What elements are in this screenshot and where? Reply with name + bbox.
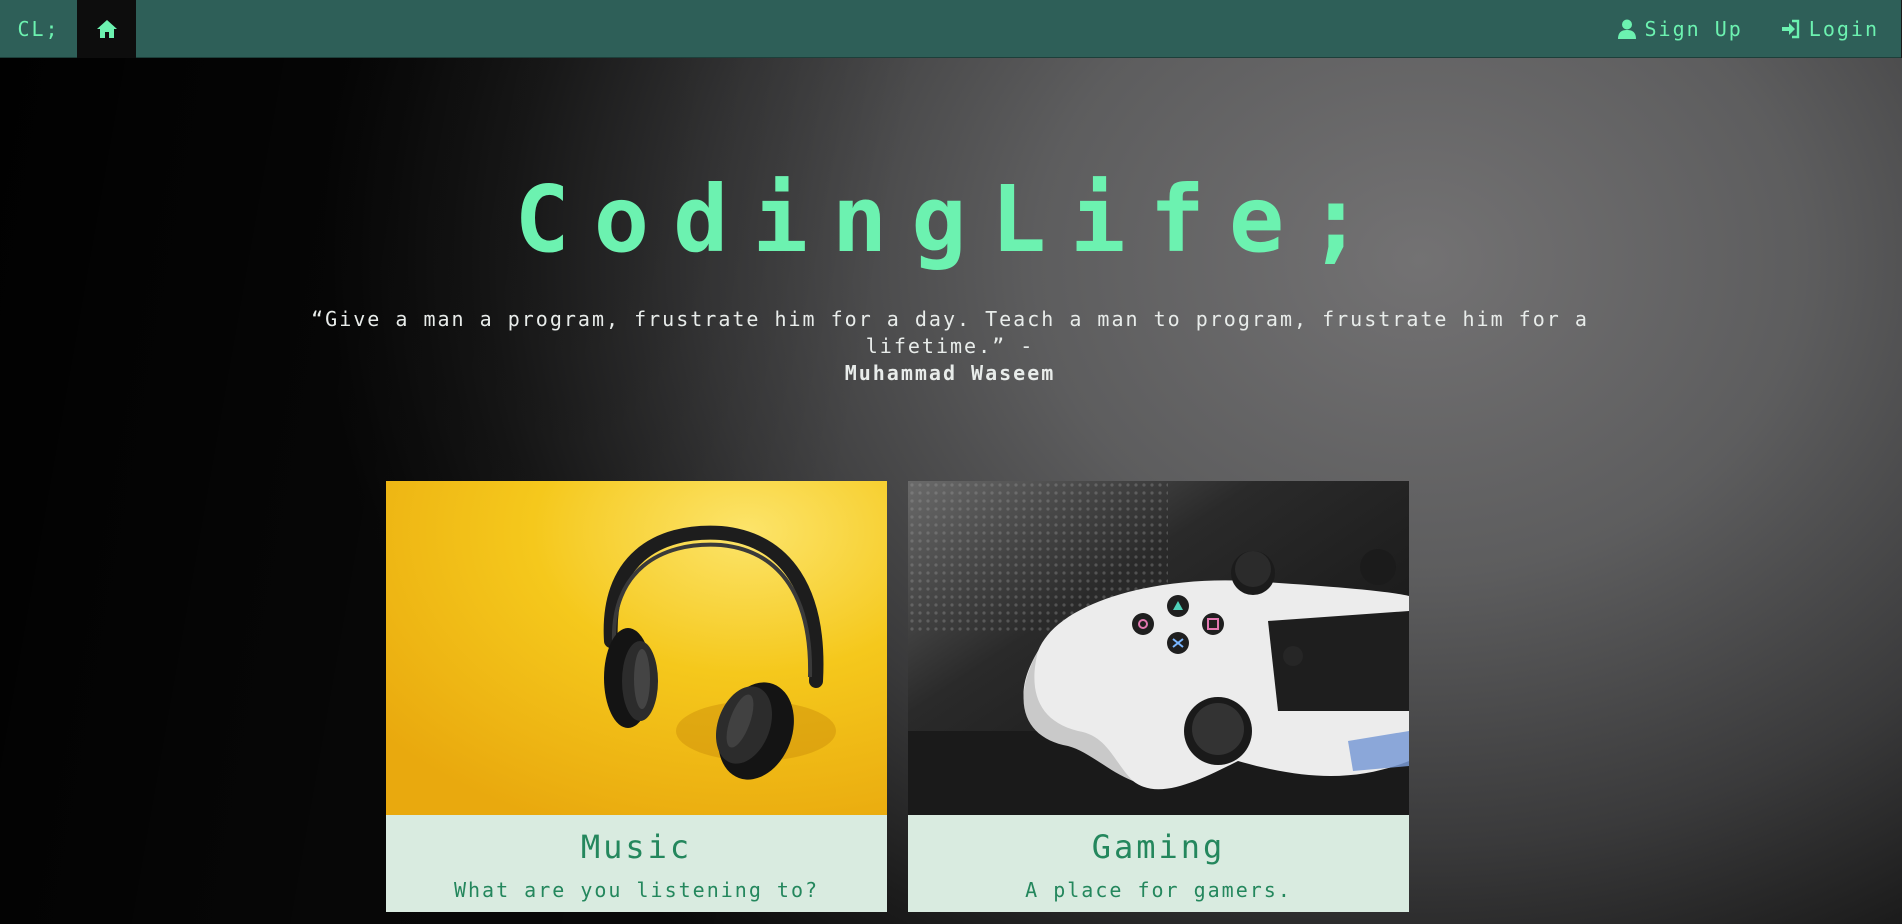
gaming-card-subtitle: A place for gamers. bbox=[1025, 878, 1292, 902]
gaming-card[interactable]: Gaming A place for gamers. bbox=[908, 481, 1409, 912]
login-label: Login bbox=[1808, 16, 1879, 41]
sign-in-icon bbox=[1781, 19, 1799, 38]
sign-up-label: Sign Up bbox=[1644, 16, 1743, 41]
home-icon bbox=[96, 19, 117, 38]
music-card-subtitle: What are you listening to? bbox=[453, 878, 820, 902]
nav-right-links: Sign Up Login bbox=[1580, 0, 1901, 58]
brand-logo-link[interactable]: CL; bbox=[0, 0, 77, 58]
quote-author: Muhammad Waseem bbox=[844, 361, 1056, 385]
navbar: CL; Sign Up Login bbox=[0, 0, 1901, 58]
quote-text: “Give a man a program, frustrate him for… bbox=[311, 307, 1589, 358]
hero-quote: “Give a man a program, frustrate him for… bbox=[260, 306, 1640, 387]
home-button[interactable] bbox=[77, 0, 136, 58]
game-controller-image bbox=[908, 481, 1409, 815]
music-card[interactable]: Music What are you listening to? bbox=[386, 481, 887, 912]
login-link[interactable]: Login bbox=[1781, 17, 1879, 41]
page-title: CodingLife; bbox=[514, 166, 1388, 273]
gaming-card-title: Gaming bbox=[1091, 828, 1226, 866]
sign-up-link[interactable]: Sign Up bbox=[1618, 17, 1742, 41]
music-card-title: Music bbox=[580, 828, 693, 866]
headphones-image bbox=[386, 481, 887, 815]
user-icon bbox=[1618, 19, 1637, 39]
